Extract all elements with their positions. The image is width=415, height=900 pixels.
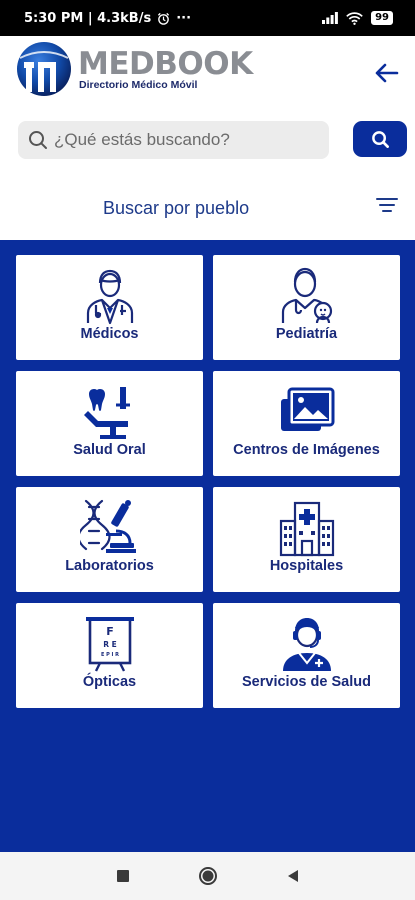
home-circle-icon[interactable]: [198, 866, 218, 886]
category-label: Centros de Imágenes: [233, 442, 380, 458]
category-label: Salud Oral: [73, 442, 146, 458]
category-card-salud-oral[interactable]: Salud Oral: [16, 371, 203, 476]
category-label: Hospitales: [269, 558, 344, 574]
category-grid: Médicos Pediatría Salud Oral Centros de …: [0, 240, 415, 852]
wifi-icon: [346, 11, 363, 25]
battery-indicator: 99: [371, 11, 393, 25]
category-label: Servicios de Salud: [242, 674, 371, 690]
medbook-logo-icon: [17, 42, 71, 96]
category-label: Médicos: [80, 326, 139, 342]
back-arrow-icon[interactable]: [371, 58, 401, 88]
eye-chart-line-1: F: [106, 625, 114, 638]
alarm-icon: [158, 12, 170, 25]
category-card-hospitales[interactable]: Hospitales: [213, 487, 400, 592]
hospital-icon: [279, 501, 334, 557]
search-input[interactable]: [54, 130, 314, 150]
status-bar: 5:30 PM | 4.3kB/s ··· 99: [0, 0, 415, 36]
filter-by-town-button[interactable]: Buscar por pueblo: [103, 198, 249, 219]
category-card-medicos[interactable]: Médicos: [16, 255, 203, 360]
brand-tagline: Directorio Médico Móvil: [79, 79, 198, 91]
search-icon: [371, 130, 389, 148]
eye-chart-line-3: E P I R: [100, 652, 118, 658]
search-field[interactable]: [18, 121, 329, 159]
eye-chart-icon: F R E E P I R: [85, 617, 134, 672]
doctor-icon: [86, 269, 133, 325]
back-triangle-icon[interactable]: [283, 866, 303, 886]
search-button[interactable]: [353, 121, 407, 157]
category-card-pediatria[interactable]: Pediatría: [213, 255, 400, 360]
search-icon: [29, 131, 47, 149]
recents-square-icon[interactable]: [113, 866, 133, 886]
brand-name: MEDBOOK: [78, 46, 253, 82]
eye-chart-line-2: R E: [103, 640, 117, 649]
category-label: Pediatría: [275, 326, 338, 342]
category-label: Laboratorios: [65, 558, 154, 574]
pediatrician-icon: [281, 267, 332, 324]
signal-icon: [322, 12, 338, 24]
nurse-headset-icon: [282, 618, 331, 671]
app-header: MEDBOOK Directorio Médico Móvil: [0, 36, 415, 106]
category-card-laboratorios[interactable]: Laboratorios: [16, 487, 203, 592]
category-card-servicios-de-salud[interactable]: Servicios de Salud: [213, 603, 400, 708]
system-nav-bar: [0, 852, 415, 900]
dental-chair-icon: [83, 387, 130, 439]
filter-lines-icon[interactable]: [376, 196, 398, 214]
status-time: 5:30 PM | 4.3kB/s: [24, 10, 152, 26]
category-label: Ópticas: [82, 674, 137, 690]
status-more: ···: [176, 10, 192, 26]
images-icon: [280, 387, 334, 431]
microscope-dna-icon: [79, 499, 136, 553]
category-card-centros-de-imagenes[interactable]: Centros de Imágenes: [213, 371, 400, 476]
category-card-opticas[interactable]: F R E E P I R Ópticas: [16, 603, 203, 708]
